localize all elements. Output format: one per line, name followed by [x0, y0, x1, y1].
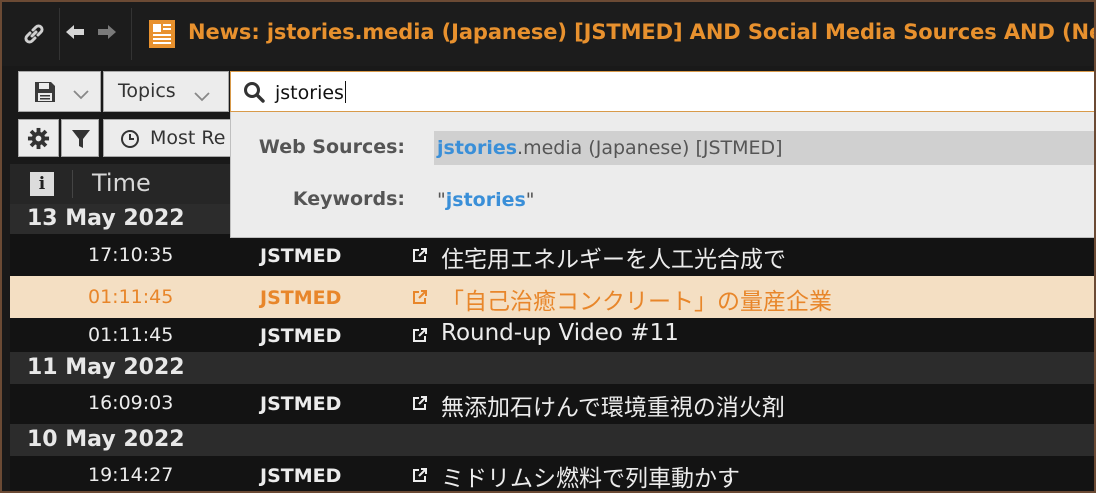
newspaper-icon — [148, 19, 176, 53]
row-source: JSTMED — [260, 287, 342, 309]
title-bar: News: jstories.media (Japanese) [JSTMED]… — [2, 2, 1094, 66]
floppy-disk-icon — [33, 80, 57, 108]
title-separator — [131, 8, 132, 60]
row-headline[interactable]: 「自己治癒コンクリート」の量産企業 — [441, 282, 832, 316]
arrow-left-icon[interactable] — [64, 23, 86, 45]
row-time: 16:09:03 — [88, 392, 174, 414]
keywords-label: Keywords: — [292, 188, 405, 210]
row-source: JSTMED — [260, 325, 342, 347]
suggestion-rest: .media (Japanese) [JSTMED] — [517, 137, 783, 159]
info-icon[interactable]: i — [30, 172, 54, 196]
row-time: 01:11:45 — [88, 324, 174, 346]
row-source: JSTMED — [260, 393, 342, 415]
date-group-header: 10 May 2022 — [10, 424, 1094, 456]
row-time: 01:11:45 — [88, 286, 174, 308]
gear-icon — [27, 127, 50, 154]
row-source: JSTMED — [260, 465, 342, 487]
external-link-icon[interactable] — [412, 467, 428, 483]
suggestion-match: jstories — [437, 137, 518, 159]
funnel-icon — [71, 128, 91, 154]
column-divider — [72, 170, 73, 198]
chevron-down-icon — [194, 86, 210, 108]
news-row[interactable]: 16:09:03 JSTMED 無添加石けんで環境重視の消火剤 — [10, 384, 1094, 424]
link-icon[interactable] — [10, 10, 58, 58]
title-separator — [59, 8, 60, 60]
news-row-selected[interactable]: 01:11:45 JSTMED 「自己治癒コンクリート」の量産企業 — [10, 276, 1094, 318]
row-time: 19:14:27 — [88, 464, 174, 486]
sort-dropdown[interactable]: Most Re — [103, 119, 243, 157]
save-button[interactable] — [18, 71, 101, 112]
row-headline[interactable]: ミドリムシ燃料で列車動かす — [441, 459, 740, 491]
row-headline[interactable]: Round-up Video #11 — [441, 320, 679, 346]
search-input[interactable]: jstories — [230, 71, 1094, 112]
search-input-value[interactable]: jstories — [275, 81, 346, 104]
topics-dropdown[interactable]: Topics — [103, 71, 229, 112]
external-link-icon[interactable] — [412, 395, 428, 411]
external-link-icon[interactable] — [412, 289, 428, 305]
news-row[interactable]: 01:11:45 JSTMED Round-up Video #11 — [10, 318, 1094, 352]
news-row[interactable]: 17:10:35 JSTMED 住宅用エネルギーを人工光合成で — [10, 234, 1094, 276]
history-nav — [64, 16, 118, 52]
row-headline[interactable]: 無添加石けんで環境重視の消火剤 — [441, 388, 785, 422]
news-row[interactable]: 19:14:27 JSTMED ミドリムシ燃料で列車動かす — [10, 456, 1094, 491]
sort-label: Most Re — [150, 127, 226, 149]
row-time: 17:10:35 — [88, 244, 174, 266]
news-window: News: jstories.media (Japanese) [JSTMED]… — [0, 0, 1096, 493]
search-icon — [243, 81, 265, 107]
web-sources-label: Web Sources: — [258, 136, 405, 158]
search-autocomplete: Web Sources: jstories.media (Japanese) [… — [230, 112, 1094, 238]
row-headline[interactable]: 住宅用エネルギーを人工光合成で — [441, 240, 786, 274]
clock-icon — [120, 129, 140, 154]
chevron-down-icon[interactable] — [73, 86, 89, 105]
suggestion-web-source[interactable]: jstories.media (Japanese) [JSTMED] — [434, 131, 1094, 165]
row-source: JSTMED — [260, 245, 342, 267]
external-link-icon[interactable] — [412, 327, 428, 343]
news-list: 13 May 2022 17:10:35 JSTMED 住宅用エネルギーを人工光… — [10, 204, 1094, 491]
arrow-right-icon[interactable] — [96, 23, 118, 45]
date-group-header: 11 May 2022 — [10, 352, 1094, 384]
suggestion-text: jstories.media (Japanese) [JSTMED] — [437, 137, 783, 159]
filter-button[interactable] — [61, 119, 99, 157]
window-title: News: jstories.media (Japanese) [JSTMED]… — [188, 20, 1094, 44]
suggestion-match: jstories — [445, 189, 526, 211]
topics-label: Topics — [118, 80, 176, 102]
column-header-time[interactable]: Time — [92, 169, 151, 197]
suggestion-keyword[interactable]: "jstories" — [437, 189, 535, 211]
external-link-icon[interactable] — [412, 247, 428, 263]
settings-button[interactable] — [18, 119, 59, 157]
